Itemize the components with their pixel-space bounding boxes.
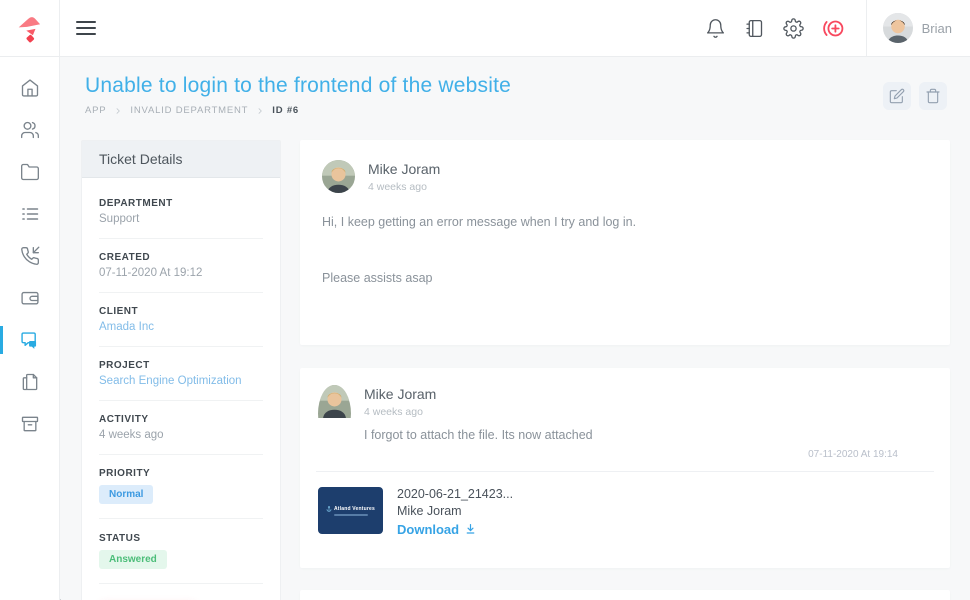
documents-icon (20, 372, 40, 392)
ticket-details-panel: Ticket Details DEPARTMENT Support CREATE… (81, 140, 281, 600)
field-label: PRIORITY (99, 468, 263, 479)
field-label: PROJECT (99, 360, 263, 371)
field-label: STATUS (99, 533, 263, 544)
sidebar-item-archive[interactable] (0, 403, 59, 445)
breadcrumb: APP INVALID DEPARTMENT ID #6 (85, 105, 948, 116)
message-time: 4 weeks ago (364, 406, 593, 418)
field-created: CREATED 07-11-2020 At 19:12 (99, 252, 263, 293)
attachment-filename: 2020-06-21_21423... (397, 487, 513, 501)
home-icon (20, 78, 40, 98)
app-logo[interactable] (0, 0, 60, 56)
field-department: DEPARTMENT Support (99, 198, 263, 239)
edit-icon (889, 88, 905, 104)
panel-title: Ticket Details (82, 141, 280, 178)
trash-icon (925, 88, 941, 104)
attachment-thumbnail[interactable]: Atland Ventures (318, 487, 383, 534)
field-label: ACTIVITY (99, 414, 263, 425)
sidebar-item-documents[interactable] (0, 361, 59, 403)
client-link[interactable]: Amada Inc (99, 321, 263, 333)
attachment-uploader: Mike Joram (397, 504, 513, 518)
panel-body: DEPARTMENT Support CREATED 07-11-2020 At… (82, 178, 280, 600)
sidebar-item-projects[interactable] (0, 151, 59, 193)
attachment-thumbnail-label: Atland Ventures (334, 506, 375, 512)
settings-gear-icon[interactable] (783, 18, 804, 39)
app-window: Brian (0, 0, 970, 600)
topbar-actions: Brian (696, 0, 970, 56)
archive-icon (20, 414, 40, 434)
chevron-right-icon (114, 107, 122, 115)
wallet-icon (20, 288, 40, 308)
message-card (300, 590, 950, 600)
attachment-logo-icon (326, 506, 332, 512)
quick-add-icon[interactable] (822, 17, 845, 40)
status-badge: Answered (99, 550, 167, 569)
user-name: Brian (922, 21, 952, 36)
field-value: 07-11-2020 At 19:12 (99, 267, 263, 279)
list-icon (20, 204, 40, 224)
page-title: Unable to login to the frontend of the w… (85, 74, 948, 98)
sidebar-item-contacts[interactable] (0, 109, 59, 151)
user-menu[interactable]: Brian (867, 13, 970, 43)
author-name: Mike Joram (368, 161, 440, 177)
chevron-right-icon (256, 107, 264, 115)
breadcrumb-ticket-id: ID #6 (272, 105, 299, 116)
message-time: 4 weeks ago (368, 181, 440, 193)
message-header: Mike Joram 4 weeks ago (322, 160, 926, 193)
field-label: DEPARTMENT (99, 198, 263, 209)
message-card: Mike Joram 4 weeks ago I forgot to attac… (300, 368, 950, 568)
logo-icon (15, 13, 45, 43)
attachment: Atland Ventures 2020-06-21_21423... Mike… (300, 472, 950, 537)
sidebar-item-calls[interactable] (0, 235, 59, 277)
bell-icon[interactable] (705, 18, 726, 39)
download-label: Download (397, 522, 459, 537)
field-status: STATUS Answered (99, 533, 263, 584)
sidebar-item-tasks[interactable] (0, 193, 59, 235)
field-priority: PRIORITY Normal (99, 468, 263, 519)
field-value: 4 weeks ago (99, 429, 263, 441)
page-header: Unable to login to the frontend of the w… (61, 57, 970, 116)
chat-icon (19, 330, 40, 351)
topbar: Brian (0, 0, 970, 57)
main-content: Unable to login to the frontend of the w… (61, 57, 970, 600)
breadcrumb-department[interactable]: INVALID DEPARTMENT (130, 105, 248, 116)
message-thread: Mike Joram 4 weeks ago Hi, I keep gettin… (300, 140, 950, 600)
message-timestamp: 07-11-2020 At 19:14 (300, 449, 950, 460)
notebook-icon[interactable] (744, 18, 765, 39)
sidebar-item-home[interactable] (0, 67, 59, 109)
author-avatar (322, 160, 355, 193)
delete-ticket-icon-button[interactable] (919, 82, 947, 110)
ticket-actions (883, 82, 947, 110)
phone-incoming-icon (20, 246, 40, 266)
download-link[interactable]: Download (397, 522, 513, 537)
edit-ticket-icon-button[interactable] (883, 82, 911, 110)
field-value: Support (99, 213, 263, 225)
folder-icon (20, 162, 40, 182)
author-name: Mike Joram (364, 386, 593, 402)
topbar-main: Brian (60, 0, 970, 56)
message-text: I forgot to attach the file. Its now att… (364, 428, 593, 442)
menu-toggle-button[interactable] (69, 11, 103, 45)
author-avatar (318, 385, 351, 442)
message-card: Mike Joram 4 weeks ago Hi, I keep gettin… (300, 140, 950, 345)
message-text: Please assists asap (322, 271, 926, 285)
field-label: CREATED (99, 252, 263, 263)
sidebar-item-payments[interactable] (0, 277, 59, 319)
field-client: CLIENT Amada Inc (99, 306, 263, 347)
user-avatar (883, 13, 913, 43)
field-activity: ACTIVITY 4 weeks ago (99, 414, 263, 455)
field-project: PROJECT Search Engine Optimization (99, 360, 263, 401)
sidebar-item-tickets[interactable] (0, 319, 59, 361)
sidebar (0, 57, 60, 600)
download-icon (464, 523, 477, 536)
breadcrumb-app[interactable]: APP (85, 105, 106, 116)
project-link[interactable]: Search Engine Optimization (99, 375, 263, 387)
message-text: Hi, I keep getting an error message when… (322, 215, 926, 229)
message-header: Mike Joram 4 weeks ago I forgot to attac… (300, 385, 950, 442)
users-icon (20, 120, 40, 140)
priority-badge: Normal (99, 485, 153, 504)
field-label: CLIENT (99, 306, 263, 317)
thumbnail-tagline (334, 514, 368, 516)
